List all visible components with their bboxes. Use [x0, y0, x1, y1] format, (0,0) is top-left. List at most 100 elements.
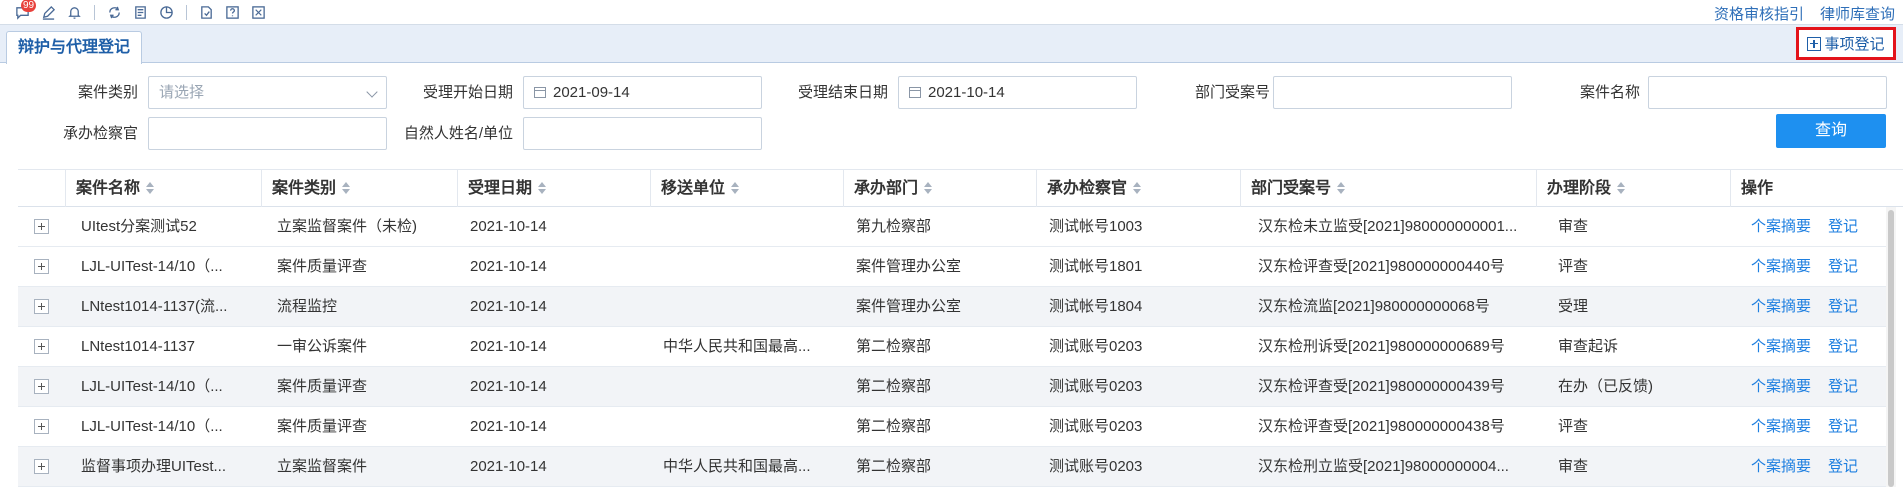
table-row[interactable]: LNtest1014-1137 一审公诉案件 2021-10-14 中华人民共和…: [18, 327, 1886, 367]
col-transfer-unit-label: 移送单位: [661, 180, 726, 197]
document-icon[interactable]: [132, 4, 149, 21]
col-dept-label: 承办部门: [854, 180, 919, 197]
cell-case-no: 汉东检刑诉受[2021]980000000689号: [1258, 338, 1505, 355]
table-row[interactable]: 监督事项办理UITest... 立案监督案件 2021-10-14 中华人民共和…: [18, 447, 1886, 487]
col-case-type[interactable]: 案件类别: [261, 170, 457, 207]
fullscreen-icon[interactable]: [250, 4, 267, 21]
help-icon[interactable]: [224, 4, 241, 21]
register-link[interactable]: 登记: [1828, 367, 1858, 406]
message-icon[interactable]: 99: [14, 0, 37, 21]
cell-case-type: 立案监督案件（未检): [277, 218, 417, 235]
report-icon[interactable]: [198, 4, 215, 21]
register-link[interactable]: 登记: [1828, 207, 1858, 246]
expand-row-icon[interactable]: [34, 459, 49, 474]
cell-date: 2021-10-14: [470, 458, 547, 475]
cell-unit: [663, 207, 838, 246]
case-type-select[interactable]: 请选择: [148, 76, 387, 109]
table-row[interactable]: LJL-UITest-14/10（... 案件质量评查 2021-10-14 第…: [18, 407, 1886, 447]
cell-case-name: LNtest1014-1137(流...: [81, 298, 228, 315]
end-date-label: 受理结束日期: [797, 84, 888, 101]
col-dept[interactable]: 承办部门: [843, 170, 1036, 207]
cell-dept: 第二检察部: [856, 378, 932, 395]
cell-case-no: 汉东检刑立监受[2021]98000000004...: [1258, 458, 1509, 475]
cell-stage: 评查: [1558, 258, 1589, 275]
col-case-name-label: 案件名称: [76, 180, 141, 197]
query-button[interactable]: 查询: [1776, 114, 1886, 148]
cell-dept: 第二检察部: [856, 338, 932, 355]
cell-date: 2021-10-14: [470, 298, 547, 315]
prosecutor-input[interactable]: [148, 117, 387, 150]
case-summary-link[interactable]: 个案摘要: [1751, 287, 1811, 326]
chart-icon[interactable]: [158, 4, 175, 21]
bell-icon[interactable]: [66, 4, 83, 21]
cell-unit: [663, 367, 838, 406]
qualification-guide-link[interactable]: 资格审核指引: [1714, 3, 1804, 24]
tab-strip: 辩护与代理登记 事项登记: [0, 25, 1903, 64]
cell-case-no: 汉东检评查受[2021]980000000439号: [1258, 378, 1505, 395]
case-name-input[interactable]: [1648, 76, 1887, 109]
case-summary-link[interactable]: 个案摘要: [1751, 407, 1811, 446]
cell-case-type: 流程监控: [277, 298, 338, 315]
register-link[interactable]: 登记: [1828, 407, 1858, 446]
sort-icon: [1337, 182, 1346, 194]
register-item-button[interactable]: 事项登记: [1796, 27, 1896, 60]
cell-dept: 案件管理办公室: [856, 298, 962, 315]
col-accept-date[interactable]: 受理日期: [457, 170, 650, 207]
toolbar-links: 资格审核指引 律师库查询: [1714, 3, 1895, 24]
expand-row-icon[interactable]: [34, 379, 49, 394]
case-summary-link[interactable]: 个案摘要: [1751, 367, 1811, 406]
col-prosecutor[interactable]: 承办检察官: [1036, 170, 1240, 207]
col-stage[interactable]: 办理阶段: [1536, 170, 1730, 207]
col-case-type-label: 案件类别: [272, 180, 337, 197]
end-date-picker[interactable]: 2021-10-14: [898, 76, 1137, 109]
expand-row-icon[interactable]: [34, 419, 49, 434]
case-summary-link[interactable]: 个案摘要: [1751, 207, 1811, 246]
sort-icon: [146, 182, 155, 194]
case-summary-link[interactable]: 个案摘要: [1751, 247, 1811, 286]
cell-case-no: 汉东检未立监受[2021]980000000001...: [1258, 218, 1518, 235]
cell-case-type: 一审公诉案件: [277, 338, 368, 355]
expand-row-icon[interactable]: [34, 259, 49, 274]
register-link[interactable]: 登记: [1828, 247, 1858, 286]
cell-case-no: 汉东检流监[2021]980000000068号: [1258, 298, 1490, 315]
add-icon: [1807, 36, 1822, 51]
sort-icon: [731, 182, 740, 194]
cell-stage: 在办（已反馈): [1558, 378, 1653, 395]
lawyer-lookup-link[interactable]: 律师库查询: [1820, 3, 1895, 24]
edit-icon[interactable]: [40, 4, 57, 21]
table-row[interactable]: LJL-UITest-14/10（... 案件质量评查 2021-10-14 第…: [18, 367, 1886, 407]
col-case-name[interactable]: 案件名称: [65, 170, 261, 207]
expand-row-icon[interactable]: [34, 339, 49, 354]
cell-unit: 中华人民共和国最高...: [663, 338, 811, 355]
case-summary-link[interactable]: 个案摘要: [1751, 327, 1811, 366]
dept-case-no-input[interactable]: [1273, 76, 1512, 109]
cell-dept: 第二检察部: [856, 418, 932, 435]
col-dept-case-no-label: 部门受案号: [1251, 180, 1332, 197]
col-transfer-unit[interactable]: 移送单位: [650, 170, 843, 207]
table-row[interactable]: LNtest1014-1137(流... 流程监控 2021-10-14 案件管…: [18, 287, 1886, 327]
sync-icon[interactable]: [106, 4, 123, 21]
cell-officer: 测试帐号1003: [1049, 218, 1143, 235]
cell-officer: 测试帐号1804: [1049, 298, 1143, 315]
table-row[interactable]: LJL-UITest-14/10（... 案件质量评查 2021-10-14 案…: [18, 247, 1886, 287]
expand-row-icon[interactable]: [34, 219, 49, 234]
cell-case-name: 监督事项办理UITest...: [81, 458, 227, 475]
cell-case-type: 立案监督案件: [277, 458, 368, 475]
table-scrollbar-thumb[interactable]: [1888, 210, 1894, 487]
col-dept-case-no[interactable]: 部门受案号: [1240, 170, 1536, 207]
col-actions-label: 操作: [1741, 180, 1774, 197]
expand-row-icon[interactable]: [34, 299, 49, 314]
start-date-picker[interactable]: 2021-09-14: [523, 76, 762, 109]
table-row[interactable]: UItest分案测试52 立案监督案件（未检) 2021-10-14 第九检察部…: [18, 207, 1886, 247]
cell-date: 2021-10-14: [470, 218, 547, 235]
register-link[interactable]: 登记: [1828, 327, 1858, 366]
case-summary-link[interactable]: 个案摘要: [1751, 447, 1811, 486]
register-link[interactable]: 登记: [1828, 287, 1858, 326]
person-input[interactable]: [523, 117, 762, 150]
register-link[interactable]: 登记: [1828, 447, 1858, 486]
cell-dept: 案件管理办公室: [856, 258, 962, 275]
notification-badge: 99: [21, 0, 37, 12]
cell-stage: 评查: [1558, 418, 1589, 435]
tab-defense-agency-registration[interactable]: 辩护与代理登记: [6, 31, 143, 64]
cell-stage: 受理: [1558, 298, 1589, 315]
